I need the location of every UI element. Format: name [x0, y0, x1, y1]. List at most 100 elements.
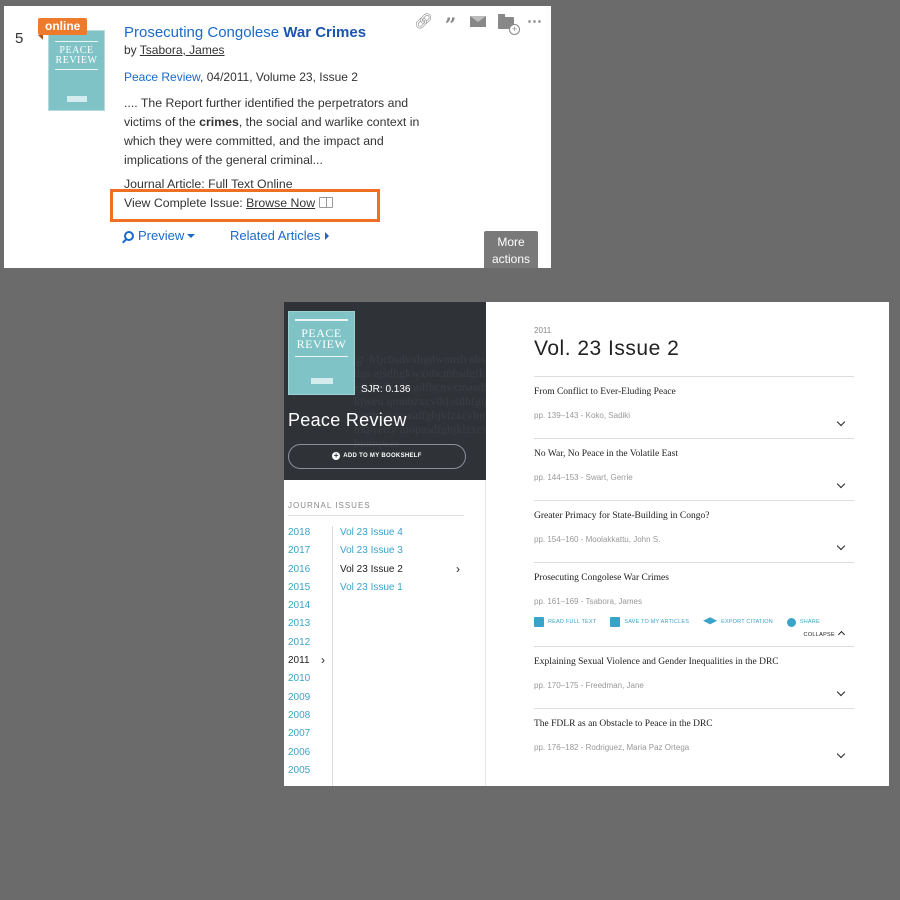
more-actions-button[interactable]: More actions — [484, 231, 538, 268]
search-result-card: 5 PEACE REVIEW online 🔗︎ ” ⋯ Prosecuting… — [4, 6, 551, 268]
read-full-text-button[interactable]: READ FULL TEXT — [534, 617, 596, 627]
publication-details: Peace Review, 04/2011, Volume 23, Issue … — [124, 70, 358, 84]
issue-item[interactable]: Vol 23 Issue 2 — [340, 563, 470, 582]
article-meta: pp. 170–175 - Freedman, Jane — [534, 681, 854, 690]
article-authors: Rodriguez, Maria Paz Ortega — [585, 743, 690, 752]
article-title[interactable]: Greater Primacy for State-Building in Co… — [534, 511, 854, 521]
link-icon[interactable]: 🔗︎ — [414, 14, 433, 30]
add-folder-icon[interactable] — [498, 14, 520, 35]
more-icon[interactable]: ⋯ — [526, 14, 543, 30]
action-label: SHARE — [799, 619, 820, 625]
collapse-button[interactable]: COLLAPSE — [534, 632, 844, 638]
separator: - — [578, 681, 586, 690]
article-meta: pp. 139–143 - Koko, Sadiki — [534, 411, 854, 420]
save-to-my-articles-button[interactable]: SAVE TO MY ARTICLES — [610, 617, 689, 627]
journal-title: Peace Review — [288, 410, 407, 430]
result-toolbar: 🔗︎ ” ⋯ — [414, 12, 543, 37]
chevron-down-icon — [187, 234, 196, 238]
year-item[interactable]: 2006 — [288, 747, 328, 765]
year-item[interactable]: 2015 — [288, 582, 328, 600]
article-title[interactable]: The FDLR as an Obstacle to Peace in the … — [534, 719, 854, 729]
article-pages: pp. 170–175 — [534, 681, 579, 690]
related-articles-button[interactable]: Related Articles — [230, 228, 330, 243]
journal-link[interactable]: Peace Review — [124, 70, 200, 84]
issue-year-label: 2011 — [534, 326, 552, 335]
quote-icon[interactable]: ” — [442, 14, 459, 36]
article-authors: Swart, Gerrie — [585, 473, 633, 482]
article-pages: pp. 154–160 — [534, 535, 579, 544]
sjr-score: SJR: 0.136 — [361, 384, 411, 395]
article-pages: pp. 144–153 — [534, 473, 579, 482]
year-item[interactable]: 2013 — [288, 618, 328, 636]
result-author-line: by Tsabora, James — [124, 43, 225, 57]
year-item[interactable]: 2008 — [288, 710, 328, 728]
year-item[interactable]: 2011 — [288, 654, 328, 673]
article-title[interactable]: Prosecuting Congolese War Crimes — [534, 573, 854, 583]
year-list: 2018201720162015201420132012201120102009… — [288, 527, 328, 783]
year-item[interactable]: 2007 — [288, 728, 328, 746]
article-meta: pp. 144–153 - Swart, Gerrie — [534, 473, 854, 482]
result-number: 5 — [15, 30, 24, 47]
document-icon — [534, 617, 544, 627]
add-to-bookshelf-button[interactable]: + ADD TO MY BOOKSHELF — [288, 444, 466, 469]
issue-item[interactable]: Vol 23 Issue 3 — [340, 545, 470, 563]
separator: - — [578, 743, 586, 752]
plus-circle-icon: + — [332, 451, 341, 460]
graduation-cap-icon — [703, 617, 718, 625]
issue-list: Vol 23 Issue 4 Vol 23 Issue 3 Vol 23 Issue… — [340, 527, 470, 600]
divider — [332, 526, 333, 786]
divider — [485, 480, 486, 786]
article-authors: Tsabora, James — [585, 597, 642, 606]
article-pages: pp. 139–143 — [534, 411, 579, 420]
article-item: Explaining Sexual Violence and Gender In… — [534, 646, 854, 697]
author-link[interactable]: Tsabora, James — [140, 43, 225, 57]
action-label: SAVE TO MY ARTICLES — [624, 619, 690, 625]
article-authors: Koko, Sadiki — [585, 411, 631, 420]
result-snippet: .... The Report further identified the p… — [124, 96, 420, 167]
article-pages: pp. 176–182 — [534, 743, 579, 752]
article-meta: pp. 176–182 - Rodriguez, Maria Paz Orteg… — [534, 743, 854, 752]
journal-cover-thumbnail[interactable]: PEACE REVIEW — [48, 30, 106, 112]
article-item: No War, No Peace in the Volatile East pp.… — [534, 438, 854, 489]
article-meta: pp. 161–169 - Tsabora, James — [534, 597, 854, 606]
article-list: From Conflict to Ever-Eluding Peace pp. 1… — [534, 376, 854, 770]
divider — [288, 515, 464, 516]
action-label: READ FULL TEXT — [548, 619, 597, 625]
publisher-logo — [311, 378, 333, 384]
year-item[interactable]: 2018 — [288, 527, 328, 545]
publisher-logo — [67, 96, 87, 102]
separator: - — [578, 535, 586, 544]
year-item[interactable]: 2014 — [288, 600, 328, 618]
article-meta: pp. 154–160 - Moolakkattu, John S. — [534, 535, 854, 544]
journal-cover-image[interactable]: PEACE REVIEW — [288, 311, 355, 395]
share-icon — [786, 617, 796, 627]
article-authors: Freedman, Jane — [585, 681, 644, 690]
preview-button[interactable]: Preview — [124, 228, 196, 243]
result-title-link[interactable]: Prosecuting Congolese War Crimes — [124, 24, 366, 41]
year-item[interactable]: 2016 — [288, 564, 328, 582]
article-title[interactable]: No War, No Peace in the Volatile East — [534, 449, 854, 459]
share-button[interactable]: SHARE — [786, 617, 820, 627]
folder-icon — [610, 617, 621, 627]
article-item: Prosecuting Congolese War Crimes pp. 161–… — [534, 562, 854, 638]
separator: - — [578, 473, 586, 482]
cover-title: PEACE REVIEW — [55, 45, 98, 66]
cover-title: PEACE REVIEW — [296, 326, 347, 351]
online-badge: online — [38, 18, 88, 40]
chevron-right-icon — [325, 232, 330, 240]
issue-item[interactable]: Vol 23 Issue 4 — [340, 527, 470, 545]
journal-header: ℊ Mjcbsdvxhgdwmrdvnbshdgs ajsdhgkwxnbcmh… — [284, 302, 486, 480]
year-item[interactable]: 2010 — [288, 673, 328, 691]
action-label: EXPORT CITATION — [721, 619, 773, 625]
year-item[interactable]: 2017 — [288, 545, 328, 563]
article-title[interactable]: Explaining Sexual Violence and Gender In… — [534, 657, 854, 667]
email-icon[interactable] — [470, 14, 487, 30]
journal-browse-panel: ℊ Mjcbsdvxhgdwmrdvnbshdgs ajsdhgkwxnbcmh… — [284, 302, 889, 786]
export-citation-button[interactable]: EXPORT CITATION — [703, 616, 773, 628]
year-item[interactable]: 2009 — [288, 692, 328, 710]
article-item: The FDLR as an Obstacle to Peace in the … — [534, 708, 854, 759]
year-item[interactable]: 2005 — [288, 765, 328, 783]
article-title[interactable]: From Conflict to Ever-Eluding Peace — [534, 387, 854, 397]
issue-item[interactable]: Vol 23 Issue 1 — [340, 582, 470, 600]
issue-title: Vol. 23 Issue 2 — [534, 337, 680, 360]
